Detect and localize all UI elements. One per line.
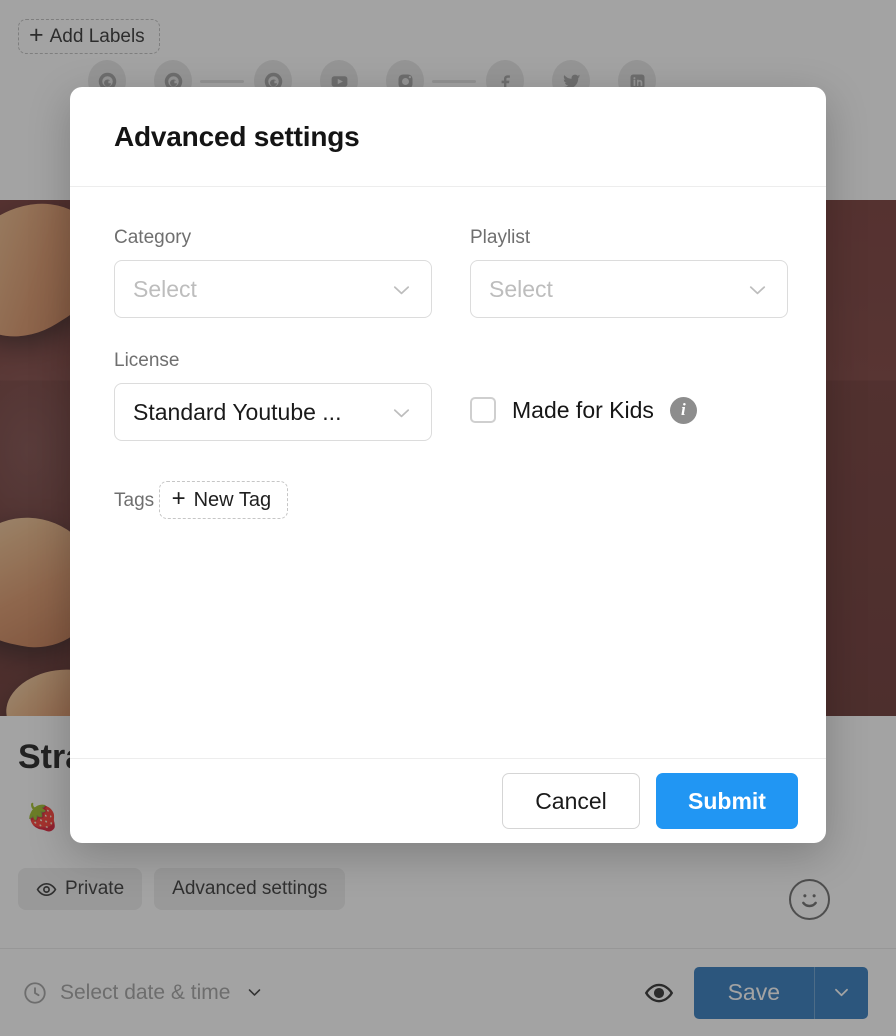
dialog-footer: Cancel Submit [70,758,826,843]
new-tag-button[interactable]: + New Tag [158,481,289,519]
made-for-kids-checkbox[interactable] [470,397,496,423]
tags-section: Tags + New Tag [114,471,782,519]
license-label: License [114,350,180,371]
submit-button[interactable]: Submit [656,773,798,829]
submit-label: Submit [688,787,766,814]
license-field: License Standard Youtube ... [114,350,432,441]
second-field-row: License Standard Youtube ... Made for Ki… [114,350,782,441]
playlist-label: Playlist [470,227,531,248]
dialog-body: Category Select Playlist Select License … [70,187,826,758]
first-field-row: Category Select Playlist Select [114,227,788,318]
dialog-header: Advanced settings [70,87,826,187]
advanced-settings-dialog: Advanced settings Category Select Playli… [70,87,826,843]
new-tag-label: New Tag [193,488,272,511]
chevron-down-icon [393,408,410,417]
made-for-kids-label: Made for Kids [512,396,654,423]
category-select[interactable]: Select [114,260,432,318]
plus-icon: + [171,485,186,512]
playlist-field: Playlist Select [470,227,788,318]
chevron-down-icon [749,285,766,294]
playlist-select[interactable]: Select [470,260,788,318]
cancel-label: Cancel [535,787,607,814]
dialog-title: Advanced settings [114,120,360,152]
cancel-button[interactable]: Cancel [502,773,640,829]
made-for-kids-row: Made for Kids i [470,350,697,441]
category-label: Category [114,227,192,248]
category-value: Select [133,275,197,302]
chevron-down-icon [393,285,410,294]
tags-label: Tags [114,490,155,511]
category-field: Category Select [114,227,432,318]
info-icon[interactable]: i [669,396,697,424]
playlist-value: Select [489,275,553,302]
app-root: + Add Labels Stra 🍓 Private Advanced set… [0,0,896,1036]
license-select[interactable]: Standard Youtube ... [114,383,432,441]
license-value: Standard Youtube ... [133,398,342,425]
